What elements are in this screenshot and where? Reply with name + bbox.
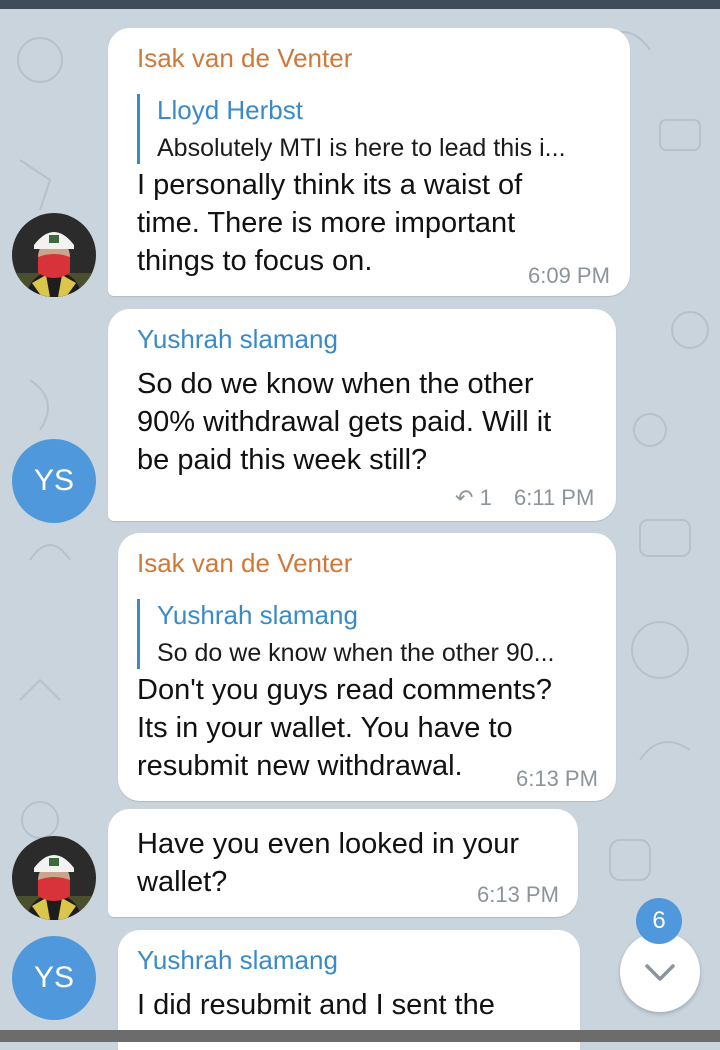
chevron-down-icon bbox=[645, 964, 675, 981]
user-avatar-photo[interactable] bbox=[12, 836, 96, 920]
message-line: Don't you guys read comments? bbox=[137, 674, 552, 706]
message-line: Its in your wallet. You have to bbox=[137, 712, 513, 744]
reply-sender-name: Yushrah slamang bbox=[157, 600, 358, 630]
message-line: Have you even looked in your bbox=[137, 828, 520, 860]
reply-sender-name: Lloyd Herbst bbox=[157, 95, 303, 125]
message-line: be paid this week still? bbox=[137, 444, 428, 476]
message-line: I personally think its a waist of bbox=[137, 169, 523, 201]
message-line: 90% withdrawal gets paid. Will it bbox=[137, 406, 552, 438]
message-line: time. There is more important bbox=[137, 207, 516, 239]
message-bubble[interactable]: Yushrah slamang So do we know when the o… bbox=[108, 309, 616, 521]
message-time: 6:13 PM bbox=[516, 766, 598, 791]
message-line: I did resubmit and I sent the bbox=[137, 989, 495, 1021]
person-photo-icon bbox=[12, 213, 96, 297]
message-bubble[interactable]: Isak van de Venter Lloyd Herbst Absolute… bbox=[108, 28, 630, 296]
user-avatar-initials[interactable]: YS bbox=[12, 936, 96, 1020]
message-time: 6:11 PM bbox=[514, 485, 595, 510]
reply-quote[interactable]: Lloyd Herbst Absolutely MTI is here to l… bbox=[137, 94, 617, 164]
user-avatar-photo[interactable] bbox=[12, 213, 96, 297]
message-line: things to focus on. bbox=[137, 245, 373, 277]
sender-name[interactable]: Yushrah slamang bbox=[137, 944, 338, 976]
sender-name[interactable]: Isak van de Venter bbox=[137, 547, 352, 579]
reply-arrow-icon: ↶ bbox=[455, 485, 474, 510]
message-line: So do we know when the other bbox=[137, 368, 534, 400]
message-time: 6:13 PM bbox=[477, 882, 559, 907]
message-bubble[interactable]: Isak van de Venter Yushrah slamang So do… bbox=[118, 533, 616, 801]
reply-snippet: Absolutely MTI is here to lead this i... bbox=[157, 134, 566, 162]
message-time: 6:09 PM bbox=[528, 263, 610, 288]
reply-quote[interactable]: Yushrah slamang So do we know when the o… bbox=[137, 599, 617, 669]
message-bubble[interactable]: Have you even looked in your wallet? 6:1… bbox=[108, 809, 578, 917]
reply-snippet: So do we know when the other 90... bbox=[157, 639, 555, 667]
sender-name[interactable]: Yushrah slamang bbox=[137, 323, 338, 355]
reply-count[interactable]: ↶ 1 bbox=[455, 485, 492, 511]
scroll-to-bottom-button[interactable] bbox=[620, 932, 700, 1012]
user-avatar-initials[interactable]: YS bbox=[12, 439, 96, 523]
unread-count-badge: 6 bbox=[636, 898, 682, 944]
message-line: wallet? bbox=[137, 866, 228, 898]
bottom-bar bbox=[0, 1030, 720, 1042]
person-photo-icon bbox=[12, 836, 96, 920]
reply-count-value: 1 bbox=[479, 485, 492, 510]
message-line: resubmit new withdrawal. bbox=[137, 750, 463, 782]
sender-name[interactable]: Isak van de Venter bbox=[137, 42, 352, 74]
